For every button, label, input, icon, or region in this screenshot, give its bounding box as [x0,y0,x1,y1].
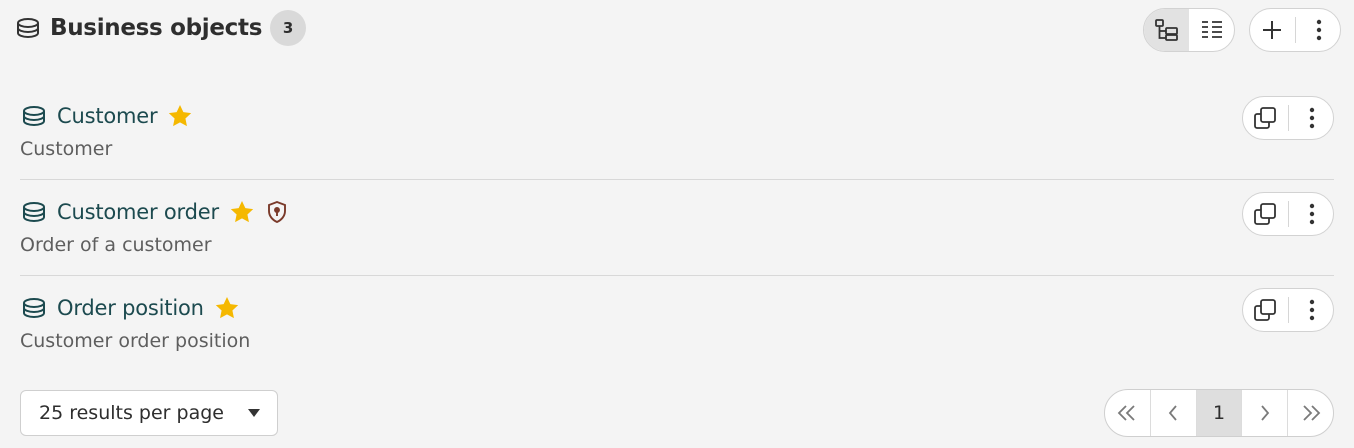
list-view-icon [1200,19,1224,41]
divider [1287,297,1289,323]
database-icon [14,14,42,42]
results-per-page-select[interactable]: 25 results per page [20,390,278,436]
caret-down-icon [247,408,261,418]
copy-icon [1253,202,1277,226]
copy-icon [1253,298,1277,322]
more-options-button[interactable] [1292,290,1332,330]
more-options-button[interactable] [1299,10,1339,50]
page-number-button[interactable]: 1 [1196,390,1243,436]
row-action-pill [1242,192,1334,236]
more-vertical-icon [1309,299,1315,321]
star-icon[interactable] [167,103,193,129]
more-options-button[interactable] [1292,194,1332,234]
tree-view-button[interactable] [1144,9,1189,51]
results-per-page-label: 25 results per page [39,402,224,424]
divider [1287,105,1289,131]
copy-button[interactable] [1245,194,1285,234]
item-description: Customer [20,138,113,160]
next-page-button[interactable] [1242,390,1289,436]
copy-button[interactable] [1245,290,1285,330]
more-options-button[interactable] [1292,98,1332,138]
plus-icon [1261,19,1283,41]
previous-page-button[interactable] [1151,390,1197,436]
shield-lock-icon [265,200,289,224]
header: Business objects 3 [14,8,1341,52]
row-action-pill [1242,288,1334,332]
page-title: Business objects [50,15,263,41]
divider [1287,201,1289,227]
double-chevron-left-icon [1116,404,1138,422]
database-icon [20,198,48,226]
item-title-link[interactable]: Order position [57,296,204,320]
database-icon [20,102,48,130]
more-vertical-icon [1309,203,1315,225]
count-badge: 3 [270,10,307,46]
row-action-pill [1242,96,1334,140]
chevron-right-icon [1259,404,1271,422]
list-view-button[interactable] [1189,9,1234,51]
copy-button[interactable] [1245,98,1285,138]
divider [1294,17,1296,43]
database-icon [20,294,48,322]
more-vertical-icon [1309,107,1315,129]
more-vertical-icon [1316,19,1322,41]
business-object-list: Customer Customer Customer order Order o… [20,84,1334,372]
add-button[interactable] [1252,10,1292,50]
copy-icon [1253,106,1277,130]
first-page-button[interactable] [1105,390,1151,436]
list-item[interactable]: Order position Customer order position [20,276,1334,372]
tree-view-icon [1154,18,1180,42]
chevron-left-icon [1167,404,1179,422]
item-title-link[interactable]: Customer [57,104,158,128]
star-icon[interactable] [214,295,240,321]
star-icon[interactable] [229,199,255,225]
item-description: Customer order position [20,330,251,352]
list-item[interactable]: Customer order Order of a customer [20,180,1334,276]
view-toggle [1143,8,1235,52]
item-description: Order of a customer [20,234,212,256]
list-item[interactable]: Customer Customer [20,84,1334,180]
pagination: 1 [1104,389,1334,437]
item-title-link[interactable]: Customer order [57,200,219,224]
header-action-pill [1249,8,1341,52]
double-chevron-right-icon [1300,404,1322,422]
last-page-button[interactable] [1288,390,1333,436]
